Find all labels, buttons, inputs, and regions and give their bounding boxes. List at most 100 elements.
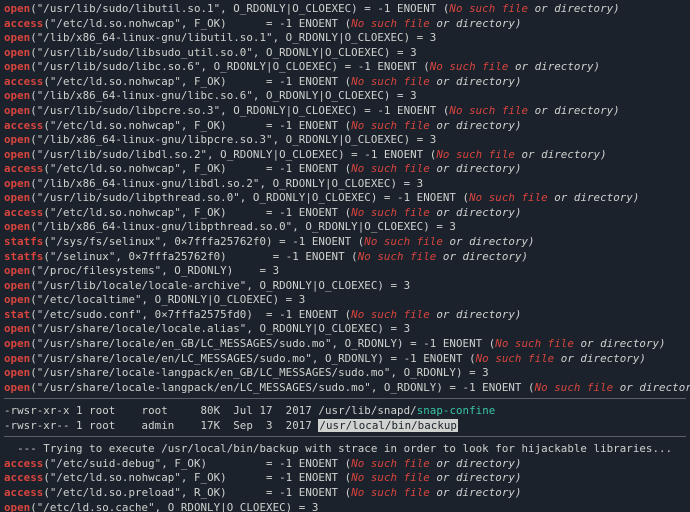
syscall-name: open bbox=[4, 46, 30, 59]
syscall-name: open bbox=[4, 148, 30, 161]
syscall-error: No such file bbox=[495, 337, 574, 350]
syscall-line: open("/lib/x86_64-linux-gnu/libdl.so.2",… bbox=[4, 177, 686, 192]
syscall-args: ("/etc/ld.so.nohwcap", F_OK) = -1 ENOENT… bbox=[43, 17, 351, 30]
syscall-line: access("/etc/ld.so.nohwcap", F_OK) = -1 … bbox=[4, 75, 686, 90]
syscall-error: No such file bbox=[469, 191, 548, 204]
syscall-error-tail: or directory) bbox=[554, 352, 646, 365]
syscall-name: open bbox=[4, 264, 30, 277]
syscall-name: open bbox=[4, 322, 30, 335]
syscall-args: ("/usr/share/locale/en/LC_MESSAGES/sudo.… bbox=[30, 352, 475, 365]
syscall-args: ("/usr/share/locale-langpack/en_GB/LC_ME… bbox=[30, 366, 489, 379]
syscall-error: No such file bbox=[436, 148, 515, 161]
syscall-line: open("/usr/lib/sudo/libc.so.6", O_RDONLY… bbox=[4, 60, 686, 75]
syscall-args: ("/etc/ld.so.preload", R_OK) = -1 ENOENT… bbox=[43, 486, 351, 499]
syscall-name: open bbox=[4, 104, 30, 117]
syscall-error-tail: or directory) bbox=[443, 235, 535, 248]
syscall-error: No such file bbox=[351, 119, 430, 132]
syscall-args: ("/proc/filesystems", O_RDONLY) = 3 bbox=[30, 264, 279, 277]
syscall-args: ("/etc/localtime", O_RDONLY|O_CLOEXEC) =… bbox=[30, 293, 305, 306]
syscall-line: open("/usr/lib/sudo/libdl.so.2", O_RDONL… bbox=[4, 148, 686, 163]
syscall-line: access("/etc/ld.so.nohwcap", F_OK) = -1 … bbox=[4, 119, 686, 134]
file-path: /usr/local/bin/backup bbox=[318, 419, 458, 432]
syscall-args: ("/lib/x86_64-linux-gnu/libpcre.so.3", O… bbox=[30, 133, 436, 146]
file-listing-meta: -rwsr-xr-- 1 root admin 17K Sep 3 2017 bbox=[4, 419, 318, 432]
syscall-args: ("/usr/lib/locale/locale-archive", O_RDO… bbox=[30, 279, 410, 292]
syscall-name: open bbox=[4, 337, 30, 350]
syscall-args: ("/sys/fs/selinux", 0×7fffa25762f0) = -1… bbox=[43, 235, 364, 248]
syscall-name: access bbox=[4, 486, 43, 499]
file-listing-meta: -rwsr-xr-x 1 root root 80K Jul 17 2017 bbox=[4, 404, 318, 417]
syscall-args: ("/etc/ld.so.nohwcap", F_OK) = -1 ENOENT… bbox=[43, 206, 351, 219]
syscall-line: statfs("/sys/fs/selinux", 0×7fffa25762f0… bbox=[4, 235, 686, 250]
syscall-line: open("/usr/share/locale-langpack/en_GB/L… bbox=[4, 366, 686, 381]
syscall-name: open bbox=[4, 352, 30, 365]
syscall-error-tail: or directory) bbox=[430, 486, 522, 499]
syscall-error-tail: or directory) bbox=[528, 2, 620, 15]
syscall-line: open("/etc/ld.so.cache", O_RDONLY|O_CLOE… bbox=[4, 501, 686, 512]
syscall-args: ("/lib/x86_64-linux-gnu/libc.so.6", O_RD… bbox=[30, 89, 416, 102]
file-path-prefix: /usr/lib/snapd/ bbox=[318, 404, 416, 417]
syscall-args: ("/etc/ld.so.nohwcap", F_OK) = -1 ENOENT… bbox=[43, 471, 351, 484]
syscall-name: access bbox=[4, 119, 43, 132]
syscall-args: ("/etc/ld.so.nohwcap", F_OK) = -1 ENOENT… bbox=[43, 162, 351, 175]
terminal-output: open("/usr/lib/sudo/libutil.so.1", O_RDO… bbox=[0, 0, 690, 512]
syscall-line: open("/usr/share/locale/en_GB/LC_MESSAGE… bbox=[4, 337, 686, 352]
syscall-args: ("/usr/share/locale-langpack/en/LC_MESSA… bbox=[30, 381, 534, 394]
syscall-error: No such file bbox=[351, 471, 430, 484]
syscall-name: access bbox=[4, 75, 43, 88]
syscall-line: open("/usr/share/locale/en/LC_MESSAGES/s… bbox=[4, 352, 686, 367]
syscall-args: ("/etc/sudo.conf", 0×7fffa2575fd0) = -1 … bbox=[30, 308, 351, 321]
syscall-args: ("/usr/lib/sudo/libpcre.so.3", O_RDONLY|… bbox=[30, 104, 449, 117]
syscall-line: open("/lib/x86_64-linux-gnu/libpthread.s… bbox=[4, 220, 686, 235]
syscall-name: statfs bbox=[4, 235, 43, 248]
syscall-name: statfs bbox=[4, 250, 43, 263]
syscall-args: ("/usr/lib/sudo/libpthread.so.0", O_RDON… bbox=[30, 191, 469, 204]
syscall-name: access bbox=[4, 206, 43, 219]
syscall-line: open("/usr/lib/sudo/libsudo_util.so.0", … bbox=[4, 46, 686, 61]
syscall-line: access("/etc/ld.so.nohwcap", F_OK) = -1 … bbox=[4, 471, 686, 486]
strace-intro-message: --- Trying to execute /usr/local/bin/bac… bbox=[4, 442, 686, 457]
syscall-name: open bbox=[4, 89, 30, 102]
syscall-error-tail: or directory) bbox=[528, 104, 620, 117]
syscall-name: open bbox=[4, 2, 30, 15]
syscall-line: open("/usr/lib/sudo/libutil.so.1", O_RDO… bbox=[4, 2, 686, 17]
syscall-args: ("/usr/share/locale/en_GB/LC_MESSAGES/su… bbox=[30, 337, 495, 350]
syscall-error-tail: or directory) bbox=[430, 457, 522, 470]
syscall-name: open bbox=[4, 293, 30, 306]
syscall-error: No such file bbox=[430, 60, 509, 73]
syscall-error-tail: or directory) bbox=[430, 119, 522, 132]
syscall-error-tail: or directory) bbox=[515, 148, 607, 161]
syscall-name: open bbox=[4, 191, 30, 204]
syscall-error: No such file bbox=[351, 206, 430, 219]
syscall-name: open bbox=[4, 177, 30, 190]
file-listing-row: -rwsr-xr-- 1 root admin 17K Sep 3 2017 /… bbox=[4, 419, 686, 434]
syscall-error-tail: or directory) bbox=[508, 60, 600, 73]
syscall-args: ("/usr/share/locale/locale.alias", O_RDO… bbox=[30, 322, 410, 335]
syscall-args: ("/lib/x86_64-linux-gnu/libutil.so.1", O… bbox=[30, 31, 436, 44]
syscall-name: open bbox=[4, 133, 30, 146]
syscall-name: open bbox=[4, 381, 30, 394]
syscall-name: access bbox=[4, 471, 43, 484]
syscall-error: No such file bbox=[535, 381, 614, 394]
syscall-line: open("/lib/x86_64-linux-gnu/libpcre.so.3… bbox=[4, 133, 686, 148]
syscall-args: ("/usr/lib/sudo/libdl.so.2", O_RDONLY|O_… bbox=[30, 148, 436, 161]
syscall-error: No such file bbox=[351, 308, 430, 321]
syscall-name: access bbox=[4, 17, 43, 30]
syscall-name: open bbox=[4, 501, 30, 512]
syscall-error-tail: or directory) bbox=[430, 471, 522, 484]
syscall-error-tail: or directory) bbox=[430, 17, 522, 30]
syscall-error: No such file bbox=[449, 2, 528, 15]
syscall-line: access("/etc/ld.so.preload", R_OK) = -1 … bbox=[4, 486, 686, 501]
syscall-error-tail: or directory) bbox=[430, 162, 522, 175]
file-listing-row: -rwsr-xr-x 1 root root 80K Jul 17 2017 /… bbox=[4, 404, 686, 419]
syscall-error: No such file bbox=[351, 17, 430, 30]
syscall-error-tail: or directory) bbox=[436, 250, 528, 263]
syscall-name: access bbox=[4, 162, 43, 175]
syscall-args: ("/etc/ld.so.nohwcap", F_OK) = -1 ENOENT… bbox=[43, 119, 351, 132]
syscall-line: open("/usr/lib/locale/locale-archive", O… bbox=[4, 279, 686, 294]
syscall-line: open("/usr/share/locale/locale.alias", O… bbox=[4, 322, 686, 337]
syscall-args: ("/etc/suid-debug", F_OK) = -1 ENOENT ( bbox=[43, 457, 351, 470]
syscall-error-tail: or directory) bbox=[430, 75, 522, 88]
syscall-line: open("/usr/share/locale-langpack/en/LC_M… bbox=[4, 381, 686, 396]
divider bbox=[4, 398, 686, 399]
